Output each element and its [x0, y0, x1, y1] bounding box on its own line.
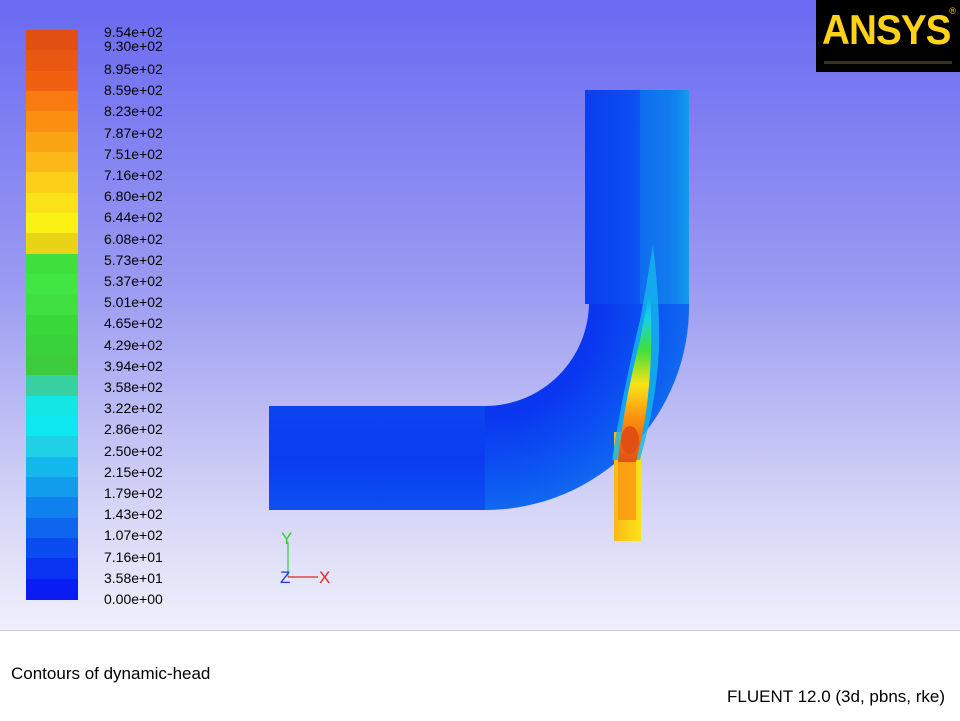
registered-mark: ®	[949, 6, 956, 16]
ansys-logo: ANSYS ®	[816, 0, 960, 72]
solver-info: FLUENT 12.0 (3d, pbns, rke)	[727, 687, 945, 706]
pipe-horizontal-section	[269, 406, 485, 510]
logo-stripe	[824, 61, 952, 64]
plot-title: Contours of dynamic-head	[11, 664, 211, 683]
pipe-contour-plot	[269, 90, 690, 541]
graphics-viewport[interactable]: 9.54e+02 9.30e+02 8.95e+02 8.59e+02 8.23e+02…	[0, 0, 960, 630]
pipe-vertical-highlight	[640, 90, 676, 304]
axis-label-x: X	[319, 568, 331, 587]
axis-label-y: Y	[281, 529, 293, 548]
axis-triad: Y Z X	[270, 528, 350, 588]
jet-plume-core	[621, 426, 639, 454]
plot-caption-panel: Contours of dynamic-head FLUENT 12.0 (3d…	[0, 630, 960, 721]
ansys-logo-text: ANSYS	[822, 6, 951, 53]
axis-label-z: Z	[280, 568, 291, 587]
